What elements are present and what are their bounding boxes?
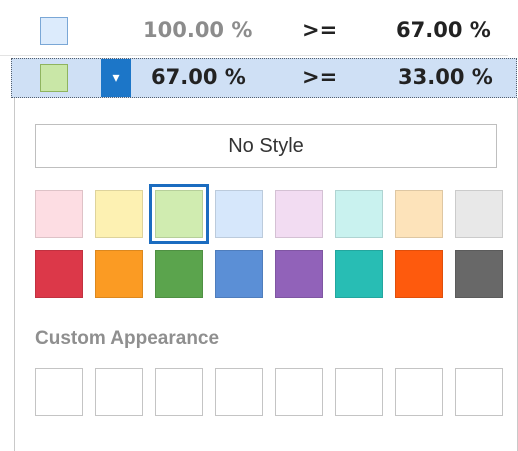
rule-row-1[interactable]: 100.00 % >= 67.00 % [0,8,508,56]
light-color-swatch-3[interactable] [149,184,209,244]
custom-appearance-grid [35,368,503,416]
rule-value-from[interactable]: 100.00 % [143,18,252,42]
rule-value-from[interactable]: 67.00 % [151,65,246,89]
dark-color-swatch-2[interactable] [95,250,143,298]
dark-color-swatch-4[interactable] [215,250,263,298]
custom-appearance-slot-7[interactable] [395,368,443,416]
rule-operator[interactable]: >= [302,18,337,42]
rule-operator[interactable]: >= [302,65,337,89]
dark-color-swatch-1[interactable] [35,250,83,298]
custom-appearance-label: Custom Appearance [35,328,220,349]
custom-appearance-slot-6[interactable] [335,368,383,416]
custom-appearance-slot-2[interactable] [95,368,143,416]
rule-value-to[interactable]: 33.00 % [398,65,493,89]
custom-appearance-slot-1[interactable] [35,368,83,416]
custom-appearance-slot-4[interactable] [215,368,263,416]
light-color-swatch-1[interactable] [35,190,83,238]
dark-color-swatch-7[interactable] [395,250,443,298]
dark-color-swatch-6[interactable] [335,250,383,298]
rule-value-to[interactable]: 67.00 % [396,18,491,42]
dark-color-swatch-3[interactable] [155,250,203,298]
light-color-grid [35,184,503,244]
dark-color-grid [35,250,503,298]
custom-appearance-slot-5[interactable] [275,368,323,416]
light-color-swatch-4[interactable] [215,190,263,238]
light-color-swatch-7[interactable] [395,190,443,238]
no-style-button[interactable]: No Style [35,124,497,168]
style-picker-popup: No Style Custom Appearance [14,98,518,451]
custom-appearance-slot-3[interactable] [155,368,203,416]
chevron-down-icon[interactable]: ▾ [101,59,131,97]
rule-color-swatch[interactable] [40,17,68,45]
rule-color-swatch[interactable] [40,64,68,92]
light-color-swatch-2[interactable] [95,190,143,238]
rule-row-2[interactable]: ▾ 67.00 % >= 33.00 % [11,58,517,98]
light-color-swatch-6[interactable] [335,190,383,238]
dark-color-swatch-8[interactable] [455,250,503,298]
light-color-swatch-8[interactable] [455,190,503,238]
custom-appearance-slot-8[interactable] [455,368,503,416]
light-color-swatch-5[interactable] [275,190,323,238]
dark-color-swatch-5[interactable] [275,250,323,298]
row-divider [0,55,508,56]
